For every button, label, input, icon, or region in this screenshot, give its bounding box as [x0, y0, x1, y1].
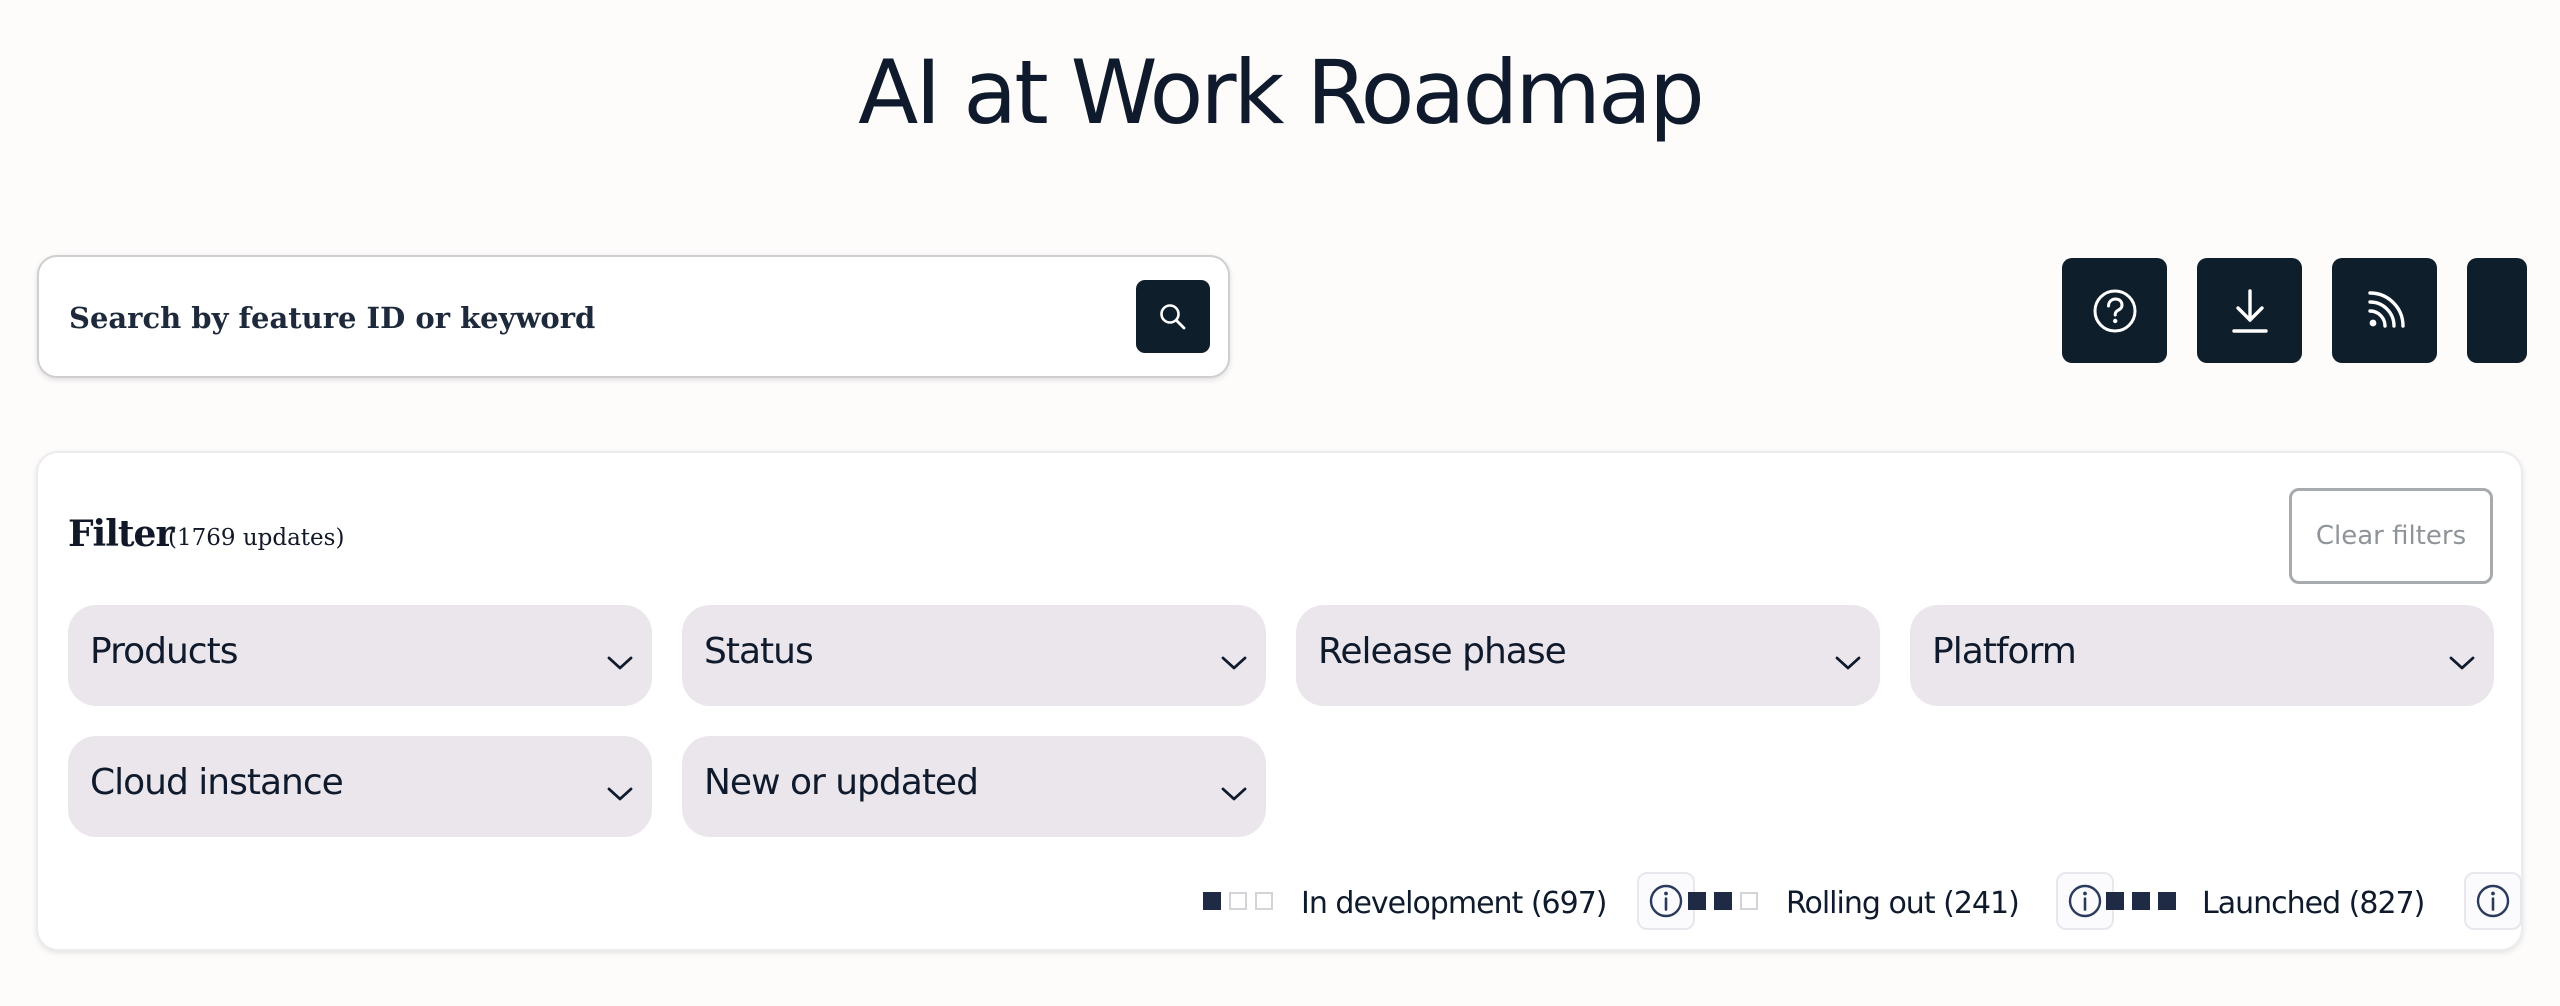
search-icon [1160, 303, 1186, 329]
chevron-down-icon [1221, 787, 1247, 801]
status-square [1714, 892, 1732, 910]
rss-feed-icon [2367, 290, 2405, 328]
download-button[interactable] [2197, 258, 2302, 363]
dropdown-platform[interactable]: Platform [1910, 605, 2494, 706]
dropdown-release-phase[interactable]: Release phase [1296, 605, 1880, 706]
status-square [1203, 892, 1221, 910]
info-button-launched[interactable] [2464, 872, 2522, 930]
filter-count: (1769 updates) [168, 525, 345, 551]
dropdown-cloud-instance[interactable]: Cloud instance [68, 736, 652, 837]
legend-label: Rolling out (241) [1786, 886, 2020, 921]
info-icon [1649, 884, 1683, 918]
dropdown-status[interactable]: Status [682, 605, 1266, 706]
info-icon [2476, 884, 2510, 918]
info-icon [2068, 884, 2102, 918]
filter-heading: Filter [68, 513, 174, 555]
status-square [2158, 892, 2176, 910]
clear-filters-button[interactable]: Clear filters [2289, 488, 2493, 584]
status-square [1688, 892, 1706, 910]
dropdown-new-or-updated[interactable]: New or updated [682, 736, 1266, 837]
status-squares [1203, 892, 1281, 914]
status-squares [1688, 892, 1766, 914]
legend-in-development: In development (697) [1203, 872, 1723, 932]
chevron-down-icon [607, 787, 633, 801]
help-circle-icon [2093, 289, 2136, 332]
more-button[interactable] [2467, 258, 2527, 363]
status-square [2106, 892, 2124, 910]
dropdown-label: Status [704, 631, 814, 672]
dropdown-products[interactable]: Products [68, 605, 652, 706]
dropdown-label: Platform [1932, 631, 2077, 672]
status-square [1255, 892, 1273, 910]
legend-label: In development (697) [1301, 886, 1608, 921]
help-button[interactable] [2062, 258, 2167, 363]
status-squares [2106, 892, 2184, 914]
dropdown-label: Cloud instance [90, 762, 344, 803]
filter-panel: Filter (1769 updates) Clear filters Prod… [36, 451, 2523, 951]
status-square [2132, 892, 2150, 910]
legend-label: Launched (827) [2202, 886, 2425, 921]
search-box [37, 255, 1230, 378]
legend-launched: Launched (827) [2106, 872, 2522, 932]
chevron-down-icon [2449, 656, 2475, 670]
dropdown-label: Products [90, 631, 238, 672]
chevron-down-icon [1221, 656, 1247, 670]
search-input[interactable] [67, 287, 1111, 349]
status-square [1229, 892, 1247, 910]
chevron-down-icon [607, 656, 633, 670]
chevron-down-icon [1835, 656, 1861, 670]
search-button[interactable] [1136, 280, 1210, 353]
download-icon [2231, 288, 2268, 333]
dropdown-label: New or updated [704, 762, 979, 803]
rss-button[interactable] [2332, 258, 2437, 363]
info-button-in-development[interactable] [1637, 872, 1695, 930]
page-title: AI at Work Roadmap [858, 41, 1705, 144]
status-square [1740, 892, 1758, 910]
dropdown-label: Release phase [1318, 631, 1567, 672]
legend-rolling-out: Rolling out (241) [1688, 872, 2114, 932]
